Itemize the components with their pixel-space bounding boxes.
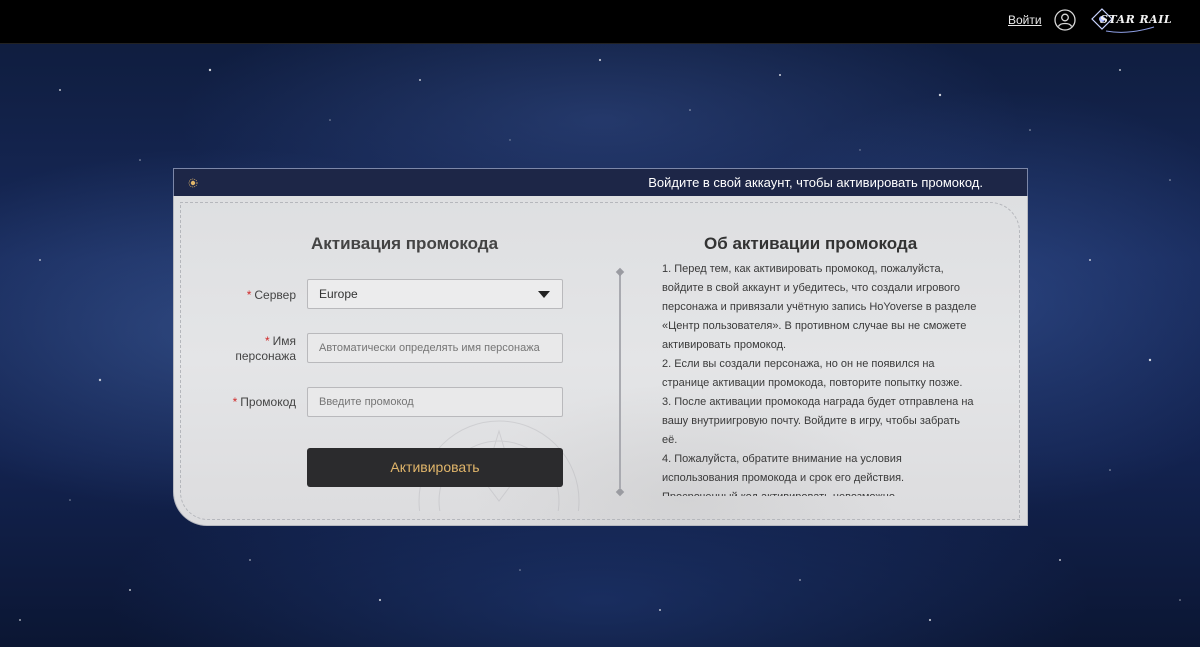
required-mark: * (246, 288, 252, 302)
required-mark: * (264, 334, 270, 348)
server-select-value: Europe (319, 287, 358, 301)
logo-text: STAR RAIL (1100, 13, 1173, 26)
server-label-text: Сервер (254, 288, 296, 302)
login-banner-text: Войдите в свой аккаунт, чтобы активирова… (648, 175, 983, 190)
login-link[interactable]: Войти (1008, 13, 1042, 27)
top-navigation-bar: Войти STAR RAIL (0, 0, 1200, 44)
character-label-line1: Имя (272, 334, 296, 348)
info-title: Об активации промокода (704, 234, 918, 253)
character-label: * Имя персонажа (196, 334, 296, 364)
info-paragraph: 1. Перед тем, как активировать промокод,… (662, 263, 977, 351)
code-label: * Промокод (196, 395, 296, 409)
info-paragraph: 3. После активации промокода награда буд… (662, 396, 974, 446)
code-label-text: Промокод (240, 395, 296, 409)
login-banner: Войдите в свой аккаунт, чтобы активирова… (173, 168, 1028, 196)
vertical-divider (619, 274, 621, 488)
info-paragraph: 2. Если вы создали персонажа, но он не п… (662, 358, 963, 389)
info-paragraph: 4. Пожалуйста, обратите внимание на усло… (662, 453, 905, 496)
info-scroll-area[interactable]: 1. Перед тем, как активировать промокод,… (662, 260, 978, 496)
promo-code-input[interactable] (307, 387, 563, 417)
chevron-down-icon (538, 291, 550, 298)
required-mark: * (232, 395, 238, 409)
server-select[interactable]: Europe (307, 279, 563, 309)
character-name-input[interactable] (307, 333, 563, 363)
activate-button[interactable]: Активировать (307, 448, 563, 487)
redeem-title: Активация промокода (311, 234, 499, 253)
user-circle-icon[interactable] (1054, 9, 1076, 31)
sun-icon (188, 178, 198, 188)
redeem-panel: Активация промокода * Сервер Europe * Имя … (173, 196, 1028, 526)
character-label-line2: персонажа (235, 349, 296, 363)
server-label: * Сервер (196, 288, 296, 302)
